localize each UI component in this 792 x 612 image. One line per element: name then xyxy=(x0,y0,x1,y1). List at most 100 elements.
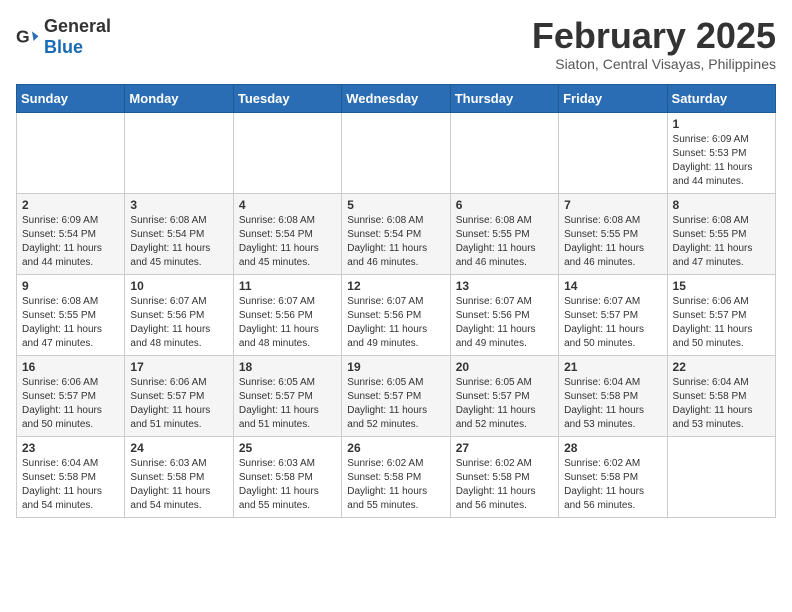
week-row-1: 1 Sunrise: 6:09 AM Sunset: 5:53 PM Daylig… xyxy=(17,112,776,193)
day-info: Sunrise: 6:04 AM Sunset: 5:58 PM Dayligh… xyxy=(564,376,661,432)
calendar-cell: 1 Sunrise: 6:09 AM Sunset: 5:53 PM Daylig… xyxy=(667,112,775,193)
week-row-5: 23 Sunrise: 6:04 AM Sunset: 5:58 PM Dayli… xyxy=(17,436,776,517)
calendar-cell: 24 Sunrise: 6:03 AM Sunset: 5:58 PM Dayli… xyxy=(125,436,233,517)
day-info: Sunrise: 6:08 AM Sunset: 5:54 PM Dayligh… xyxy=(239,214,336,270)
day-number: 25 xyxy=(239,441,336,455)
calendar-cell: 19 Sunrise: 6:05 AM Sunset: 5:57 PM Dayli… xyxy=(342,355,450,436)
calendar-cell xyxy=(17,112,125,193)
calendar-cell xyxy=(342,112,450,193)
day-number: 19 xyxy=(347,360,444,374)
calendar-cell: 22 Sunrise: 6:04 AM Sunset: 5:58 PM Dayli… xyxy=(667,355,775,436)
calendar-cell xyxy=(559,112,667,193)
day-info: Sunrise: 6:03 AM Sunset: 5:58 PM Dayligh… xyxy=(130,457,227,513)
day-info: Sunrise: 6:07 AM Sunset: 5:56 PM Dayligh… xyxy=(456,295,553,351)
day-info: Sunrise: 6:06 AM Sunset: 5:57 PM Dayligh… xyxy=(22,376,119,432)
day-info: Sunrise: 6:05 AM Sunset: 5:57 PM Dayligh… xyxy=(347,376,444,432)
weekday-header-friday: Friday xyxy=(559,84,667,112)
page-header: G General Blue February 2025 Siaton, Cen… xyxy=(16,16,776,72)
day-info: Sunrise: 6:08 AM Sunset: 5:55 PM Dayligh… xyxy=(22,295,119,351)
weekday-header-wednesday: Wednesday xyxy=(342,84,450,112)
week-row-2: 2 Sunrise: 6:09 AM Sunset: 5:54 PM Daylig… xyxy=(17,193,776,274)
day-number: 27 xyxy=(456,441,553,455)
calendar-cell xyxy=(667,436,775,517)
day-info: Sunrise: 6:04 AM Sunset: 5:58 PM Dayligh… xyxy=(673,376,770,432)
weekday-header-row: SundayMondayTuesdayWednesdayThursdayFrid… xyxy=(17,84,776,112)
day-info: Sunrise: 6:08 AM Sunset: 5:54 PM Dayligh… xyxy=(347,214,444,270)
day-info: Sunrise: 6:06 AM Sunset: 5:57 PM Dayligh… xyxy=(673,295,770,351)
day-number: 18 xyxy=(239,360,336,374)
day-number: 26 xyxy=(347,441,444,455)
header-right: February 2025 Siaton, Central Visayas, P… xyxy=(532,16,776,72)
day-info: Sunrise: 6:02 AM Sunset: 5:58 PM Dayligh… xyxy=(564,457,661,513)
day-number: 22 xyxy=(673,360,770,374)
day-number: 14 xyxy=(564,279,661,293)
calendar-cell: 21 Sunrise: 6:04 AM Sunset: 5:58 PM Dayli… xyxy=(559,355,667,436)
day-number: 16 xyxy=(22,360,119,374)
calendar-cell: 6 Sunrise: 6:08 AM Sunset: 5:55 PM Daylig… xyxy=(450,193,558,274)
day-info: Sunrise: 6:03 AM Sunset: 5:58 PM Dayligh… xyxy=(239,457,336,513)
day-number: 2 xyxy=(22,198,119,212)
day-info: Sunrise: 6:02 AM Sunset: 5:58 PM Dayligh… xyxy=(456,457,553,513)
month-year: February 2025 xyxy=(532,16,776,56)
location: Siaton, Central Visayas, Philippines xyxy=(532,56,776,72)
day-info: Sunrise: 6:08 AM Sunset: 5:54 PM Dayligh… xyxy=(130,214,227,270)
day-info: Sunrise: 6:07 AM Sunset: 5:56 PM Dayligh… xyxy=(347,295,444,351)
calendar-cell: 8 Sunrise: 6:08 AM Sunset: 5:55 PM Daylig… xyxy=(667,193,775,274)
day-number: 5 xyxy=(347,198,444,212)
day-number: 23 xyxy=(22,441,119,455)
day-number: 12 xyxy=(347,279,444,293)
calendar-cell: 20 Sunrise: 6:05 AM Sunset: 5:57 PM Dayli… xyxy=(450,355,558,436)
calendar-cell xyxy=(125,112,233,193)
logo-icon: G xyxy=(16,25,40,49)
logo-general: General xyxy=(44,16,111,36)
day-number: 24 xyxy=(130,441,227,455)
day-info: Sunrise: 6:08 AM Sunset: 5:55 PM Dayligh… xyxy=(564,214,661,270)
calendar-cell: 26 Sunrise: 6:02 AM Sunset: 5:58 PM Dayli… xyxy=(342,436,450,517)
calendar-cell: 2 Sunrise: 6:09 AM Sunset: 5:54 PM Daylig… xyxy=(17,193,125,274)
day-info: Sunrise: 6:09 AM Sunset: 5:54 PM Dayligh… xyxy=(22,214,119,270)
week-row-3: 9 Sunrise: 6:08 AM Sunset: 5:55 PM Daylig… xyxy=(17,274,776,355)
calendar-cell: 13 Sunrise: 6:07 AM Sunset: 5:56 PM Dayli… xyxy=(450,274,558,355)
day-info: Sunrise: 6:04 AM Sunset: 5:58 PM Dayligh… xyxy=(22,457,119,513)
calendar-cell: 9 Sunrise: 6:08 AM Sunset: 5:55 PM Daylig… xyxy=(17,274,125,355)
calendar-cell: 4 Sunrise: 6:08 AM Sunset: 5:54 PM Daylig… xyxy=(233,193,341,274)
calendar-cell: 23 Sunrise: 6:04 AM Sunset: 5:58 PM Dayli… xyxy=(17,436,125,517)
day-number: 13 xyxy=(456,279,553,293)
day-info: Sunrise: 6:06 AM Sunset: 5:57 PM Dayligh… xyxy=(130,376,227,432)
day-info: Sunrise: 6:07 AM Sunset: 5:56 PM Dayligh… xyxy=(130,295,227,351)
day-number: 9 xyxy=(22,279,119,293)
day-number: 8 xyxy=(673,198,770,212)
day-info: Sunrise: 6:05 AM Sunset: 5:57 PM Dayligh… xyxy=(456,376,553,432)
day-info: Sunrise: 6:02 AM Sunset: 5:58 PM Dayligh… xyxy=(347,457,444,513)
calendar-cell xyxy=(233,112,341,193)
logo-blue: Blue xyxy=(44,37,83,57)
logo: G General Blue xyxy=(16,16,111,58)
day-info: Sunrise: 6:08 AM Sunset: 5:55 PM Dayligh… xyxy=(456,214,553,270)
calendar-cell: 5 Sunrise: 6:08 AM Sunset: 5:54 PM Daylig… xyxy=(342,193,450,274)
day-info: Sunrise: 6:09 AM Sunset: 5:53 PM Dayligh… xyxy=(673,133,770,189)
day-number: 20 xyxy=(456,360,553,374)
weekday-header-saturday: Saturday xyxy=(667,84,775,112)
weekday-header-tuesday: Tuesday xyxy=(233,84,341,112)
calendar-cell: 28 Sunrise: 6:02 AM Sunset: 5:58 PM Dayli… xyxy=(559,436,667,517)
day-number: 7 xyxy=(564,198,661,212)
day-number: 6 xyxy=(456,198,553,212)
calendar-cell: 17Sunrise: 6:06 AM Sunset: 5:57 PM Dayli… xyxy=(125,355,233,436)
calendar-cell: 16 Sunrise: 6:06 AM Sunset: 5:57 PM Dayli… xyxy=(17,355,125,436)
day-info: Sunrise: 6:07 AM Sunset: 5:56 PM Dayligh… xyxy=(239,295,336,351)
calendar: SundayMondayTuesdayWednesdayThursdayFrid… xyxy=(16,84,776,518)
calendar-cell: 15Sunrise: 6:06 AM Sunset: 5:57 PM Dayli… xyxy=(667,274,775,355)
calendar-cell: 3 Sunrise: 6:08 AM Sunset: 5:54 PM Daylig… xyxy=(125,193,233,274)
day-info: Sunrise: 6:07 AM Sunset: 5:57 PM Dayligh… xyxy=(564,295,661,351)
calendar-cell: 11Sunrise: 6:07 AM Sunset: 5:56 PM Dayli… xyxy=(233,274,341,355)
day-number: 1 xyxy=(673,117,770,131)
weekday-header-monday: Monday xyxy=(125,84,233,112)
day-number: 4 xyxy=(239,198,336,212)
calendar-cell: 12 Sunrise: 6:07 AM Sunset: 5:56 PM Dayli… xyxy=(342,274,450,355)
weekday-header-thursday: Thursday xyxy=(450,84,558,112)
day-info: Sunrise: 6:05 AM Sunset: 5:57 PM Dayligh… xyxy=(239,376,336,432)
day-number: 3 xyxy=(130,198,227,212)
day-number: 21 xyxy=(564,360,661,374)
day-info: Sunrise: 6:08 AM Sunset: 5:55 PM Dayligh… xyxy=(673,214,770,270)
day-number: 28 xyxy=(564,441,661,455)
